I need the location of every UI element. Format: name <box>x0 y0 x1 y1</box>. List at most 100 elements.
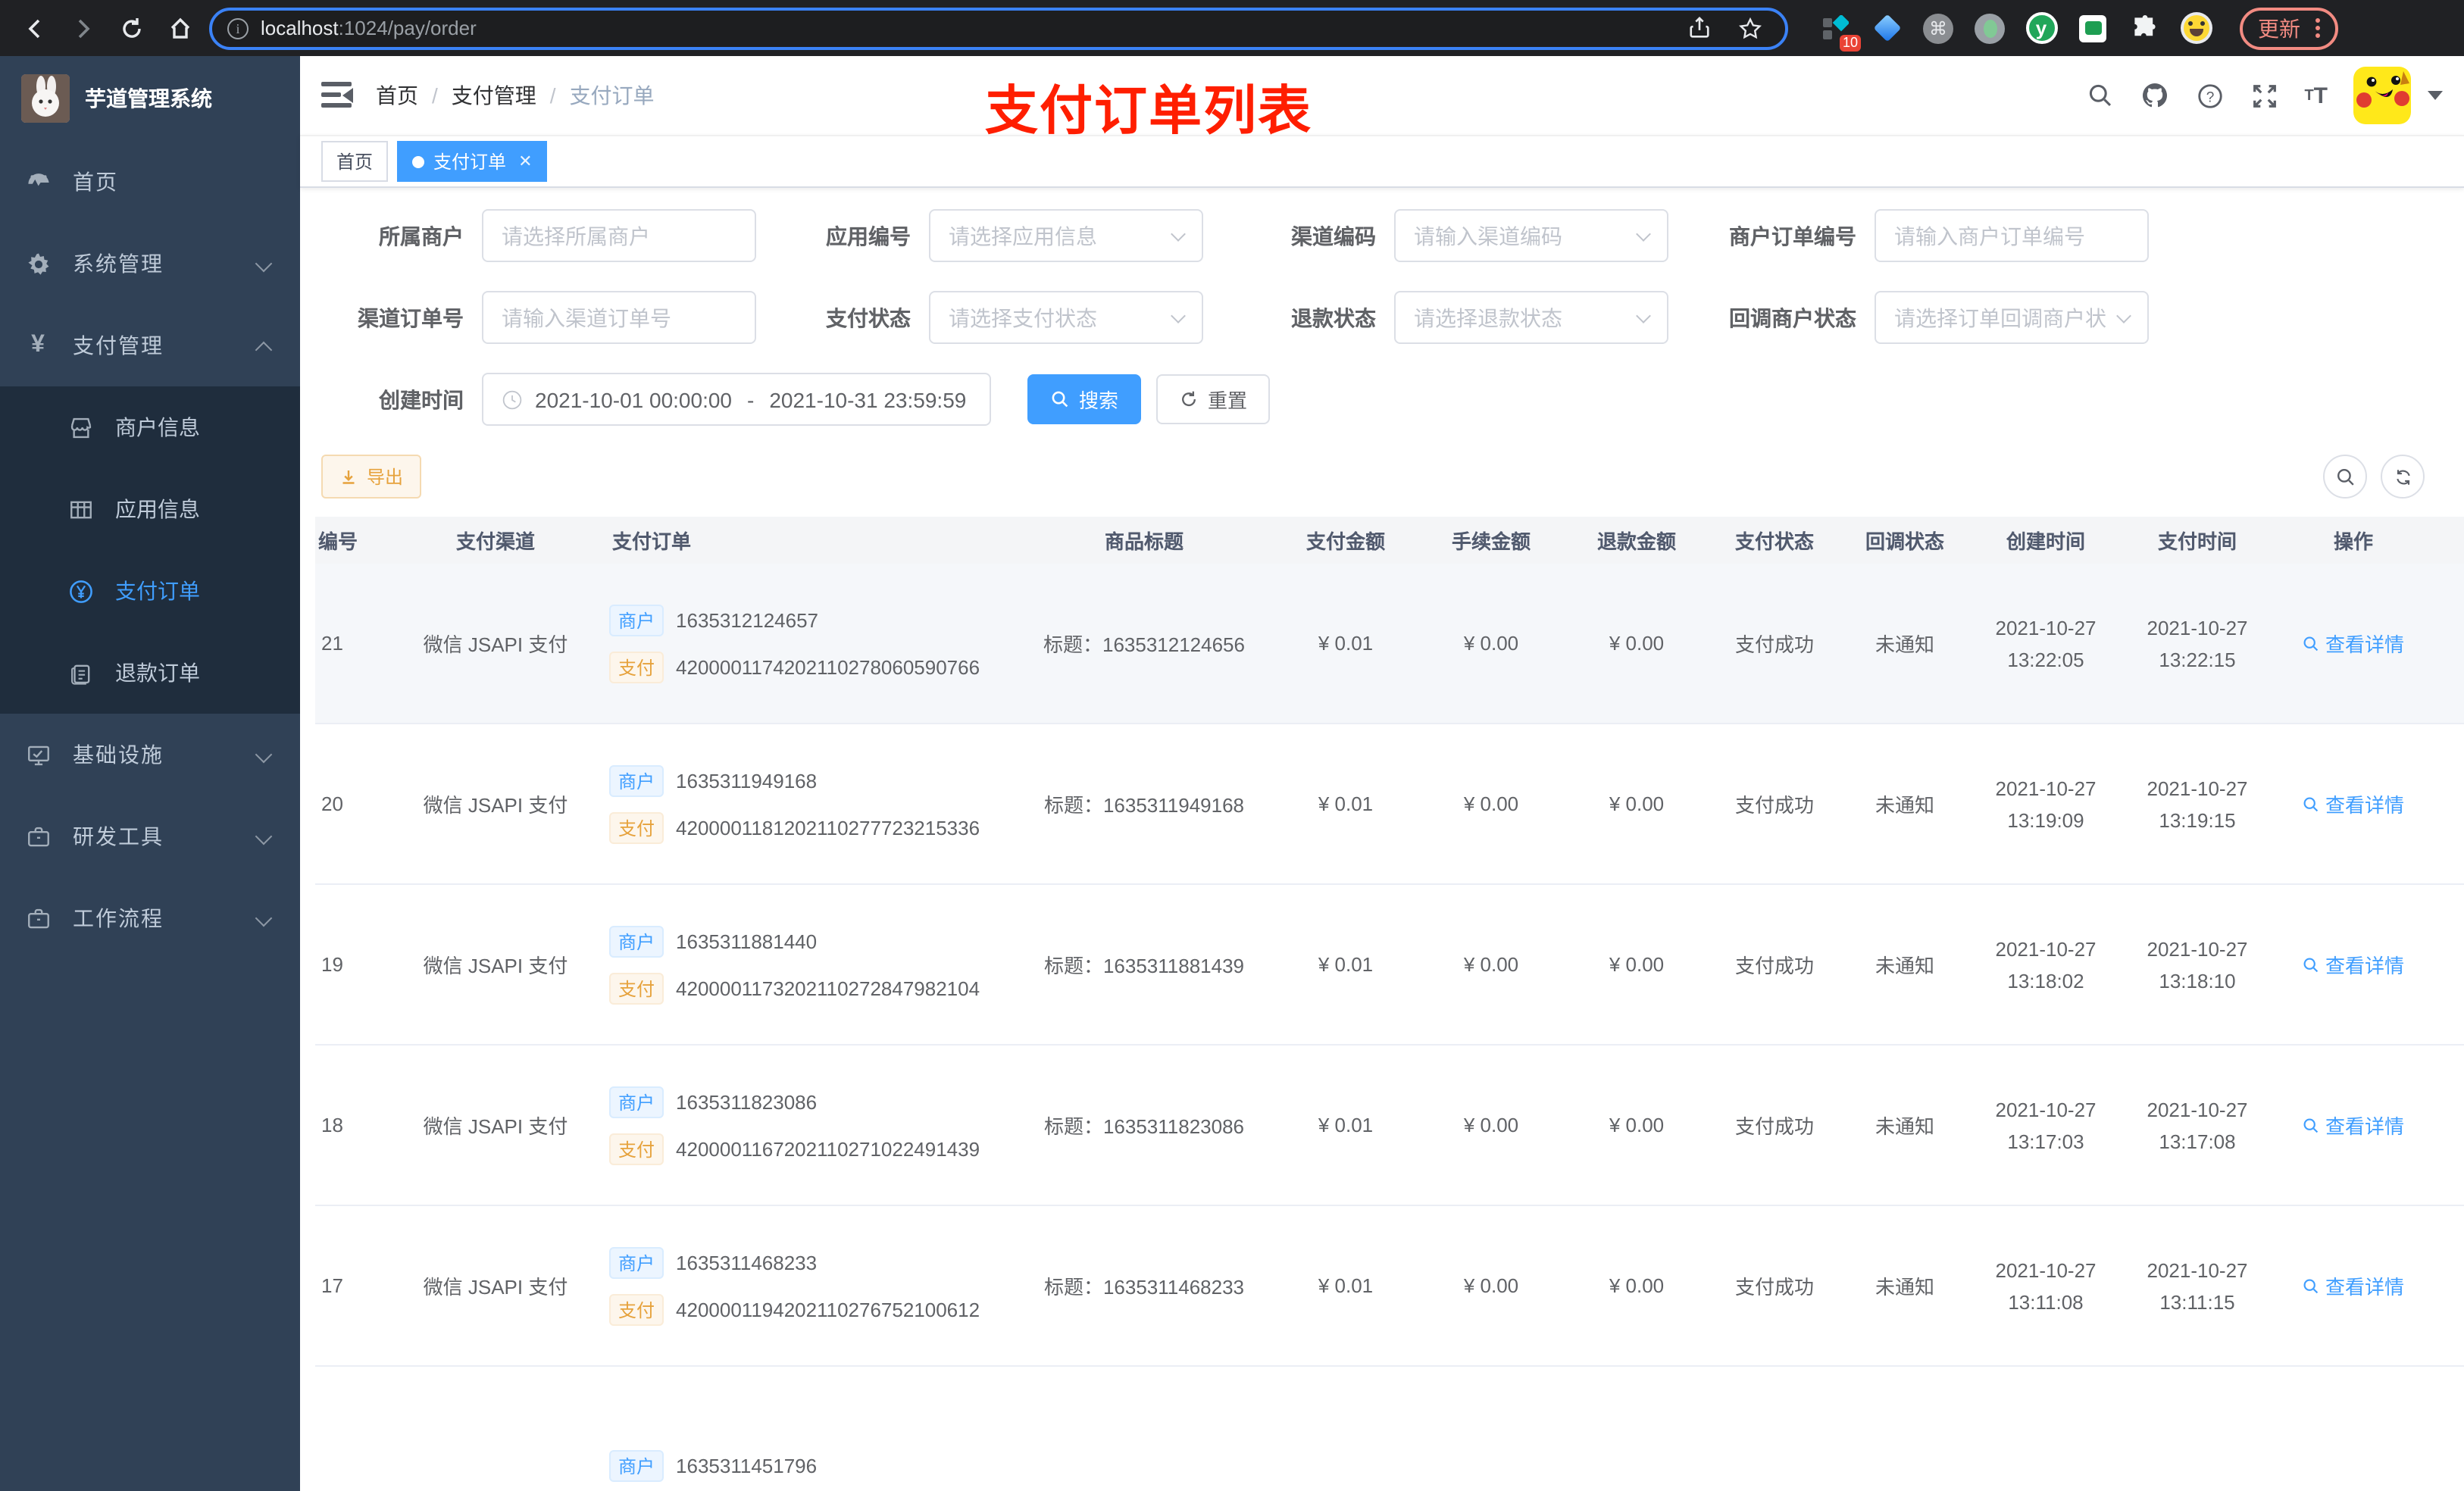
grid-icon <box>67 496 94 522</box>
table-toolbar: 导出 <box>321 455 2440 499</box>
help-icon[interactable]: ? <box>2195 81 2224 110</box>
active-dot <box>412 155 425 167</box>
logo-image <box>21 74 70 123</box>
user-menu-caret-icon[interactable] <box>2428 91 2443 100</box>
home-icon[interactable] <box>161 8 200 48</box>
page-title-annotation: 支付订单列表 <box>985 82 1313 141</box>
sidebar-item-workflow[interactable]: 工作流程 <box>0 877 300 959</box>
extension-icon-gem[interactable] <box>1870 11 1903 45</box>
sidebar: 芋道管理系统 首页 系统管理 ¥ 支付管理 商户信息 应用信息 支付订单 退款订… <box>0 56 300 1491</box>
sidebar-item-pay[interactable]: ¥ 支付管理 <box>0 305 300 386</box>
chevron-down-icon <box>2116 308 2131 323</box>
reload-icon[interactable] <box>112 8 152 48</box>
browser-toolbar: i localhost:1024/pay/order 10 ⌘ y 更新 <box>0 0 2464 56</box>
view-detail-link[interactable]: 查看详情 <box>2303 629 2404 658</box>
view-detail-link[interactable]: 查看详情 <box>2303 1111 2404 1139</box>
tags-view-bar: 首页 支付订单 ✕ <box>300 135 2464 188</box>
tag-home[interactable]: 首页 <box>321 141 389 182</box>
screen: i localhost:1024/pay/order 10 ⌘ y 更新 芋道管… <box>0 0 2464 1491</box>
extension-icon-pill[interactable] <box>1973 11 2006 45</box>
search-button[interactable]: 搜索 <box>1027 374 1142 424</box>
sidebar-item-pay-order[interactable]: 支付订单 <box>0 550 300 632</box>
sidebar-item-devtools[interactable]: 研发工具 <box>0 796 300 877</box>
briefcase-icon <box>24 905 52 931</box>
extension-icon-puzzle[interactable] <box>2128 11 2161 45</box>
url-bar[interactable]: i localhost:1024/pay/order <box>209 7 1788 49</box>
fullscreen-icon[interactable] <box>2250 81 2278 110</box>
user-avatar[interactable] <box>2353 67 2411 124</box>
back-icon[interactable] <box>15 8 55 48</box>
merchant-order-input[interactable]: 请输入商户订单编号 <box>1875 209 2149 262</box>
tag-pay-order[interactable]: 支付订单 ✕ <box>397 141 548 182</box>
app-select[interactable]: 请选择应用信息 <box>929 209 1203 262</box>
sidebar-item-merchant-info[interactable]: 商户信息 <box>0 386 300 468</box>
merchant-tag: 商户 <box>609 925 664 957</box>
create-time-range-input[interactable]: 2021-10-01 00:00:00 - 2021-10-31 23:59:5… <box>482 373 991 426</box>
sidebar-item-system[interactable]: 系统管理 <box>0 223 300 305</box>
sidebar-item-app-info[interactable]: 应用信息 <box>0 468 300 550</box>
channel-code-select[interactable]: 请输入渠道编码 <box>1394 209 1668 262</box>
clock-icon <box>502 389 523 410</box>
sidebar-toggle-icon[interactable] <box>321 82 355 109</box>
sidebar-item-refund-order[interactable]: 退款订单 <box>0 632 300 714</box>
chevron-down-icon <box>255 746 273 764</box>
table-row: 20 微信 JSAPI 支付 商户 1635311949168 支付 4200001… <box>315 724 2464 885</box>
chevron-down-icon <box>255 909 273 927</box>
search-icon[interactable] <box>2086 82 2113 109</box>
chevron-down-icon <box>1636 308 1651 323</box>
browser-menu-icon[interactable] <box>2315 18 2320 38</box>
share-icon[interactable] <box>1679 8 1718 48</box>
table-header: 编号 支付渠道 支付订单 商品标题 支付金额 手续金额 退款金额 支付状态 回调… <box>315 517 2464 564</box>
merchant-tag: 商户 <box>609 1246 664 1278</box>
chevron-down-icon <box>1636 226 1651 241</box>
refresh-button[interactable] <box>2381 455 2425 499</box>
pay-tag: 支付 <box>609 651 664 683</box>
export-button[interactable]: 导出 <box>321 455 422 499</box>
view-detail-link[interactable]: 查看详情 <box>2303 789 2404 818</box>
app-logo[interactable]: 芋道管理系统 <box>0 56 300 141</box>
github-icon[interactable] <box>2139 80 2169 111</box>
channel-order-input[interactable]: 请输入渠道订单号 <box>482 291 756 344</box>
view-detail-link[interactable]: 查看详情 <box>2303 950 2404 979</box>
notify-status-select[interactable]: 请选择订单回调商户状态 <box>1875 291 2149 344</box>
filter-label: 支付状态 <box>826 305 911 330</box>
extension-icon-grid[interactable]: 10 <box>1818 11 1861 51</box>
chevron-down-icon <box>1171 226 1186 241</box>
dashboard-icon <box>24 169 52 195</box>
close-icon[interactable]: ✕ <box>518 152 532 171</box>
refund-status-select[interactable]: 请选择退款状态 <box>1394 291 1668 344</box>
filter-label: 商户订单编号 <box>1729 223 1856 248</box>
extension-icon-y[interactable]: y <box>2025 11 2058 45</box>
filter-label: 所属商户 <box>379 223 464 248</box>
filter-form: 所属商户 请选择所属商户 应用编号 请选择应用信息 渠道编码 请输入渠道编码 商… <box>315 209 2464 426</box>
pay-status-select[interactable]: 请选择支付状态 <box>929 291 1203 344</box>
merchant-tag: 商户 <box>609 604 664 636</box>
extension-icon-chat[interactable] <box>2076 11 2109 45</box>
filter-label: 退款状态 <box>1291 305 1376 330</box>
yen-icon: ¥ <box>31 332 45 358</box>
page-info-icon[interactable]: i <box>227 17 249 39</box>
chevron-down-icon <box>255 827 273 846</box>
pay-tag: 支付 <box>609 1133 664 1164</box>
breadcrumb-pay[interactable]: 支付管理 <box>452 80 536 111</box>
sidebar-item-home[interactable]: 首页 <box>0 141 300 223</box>
date-separator: - <box>747 387 755 411</box>
extension-area: 10 ⌘ y <box>1818 11 2212 51</box>
url-host: localhost <box>261 17 339 39</box>
extension-icon-emoji[interactable] <box>2179 11 2212 45</box>
gear-icon <box>24 251 52 277</box>
breadcrumb-home[interactable]: 首页 <box>376 80 418 111</box>
extension-icon-command[interactable]: ⌘ <box>1921 11 1955 45</box>
merchant-input[interactable]: 请选择所属商户 <box>482 209 756 262</box>
filter-label: 应用编号 <box>826 223 911 248</box>
merchant-tag: 商户 <box>609 764 664 796</box>
toggle-search-button[interactable] <box>2323 455 2367 499</box>
forward-icon[interactable] <box>64 8 103 48</box>
bookmark-star-icon[interactable] <box>1731 8 1770 48</box>
font-size-icon[interactable]: TT <box>2304 83 2328 108</box>
sidebar-item-infra[interactable]: 基础设施 <box>0 714 300 796</box>
reset-button[interactable]: 重置 <box>1156 374 1271 424</box>
page-content: 所属商户 请选择所属商户 应用编号 请选择应用信息 渠道编码 请输入渠道编码 商… <box>300 188 2464 1491</box>
update-button[interactable]: 更新 <box>2240 7 2338 49</box>
view-detail-link[interactable]: 查看详情 <box>2303 1271 2404 1300</box>
